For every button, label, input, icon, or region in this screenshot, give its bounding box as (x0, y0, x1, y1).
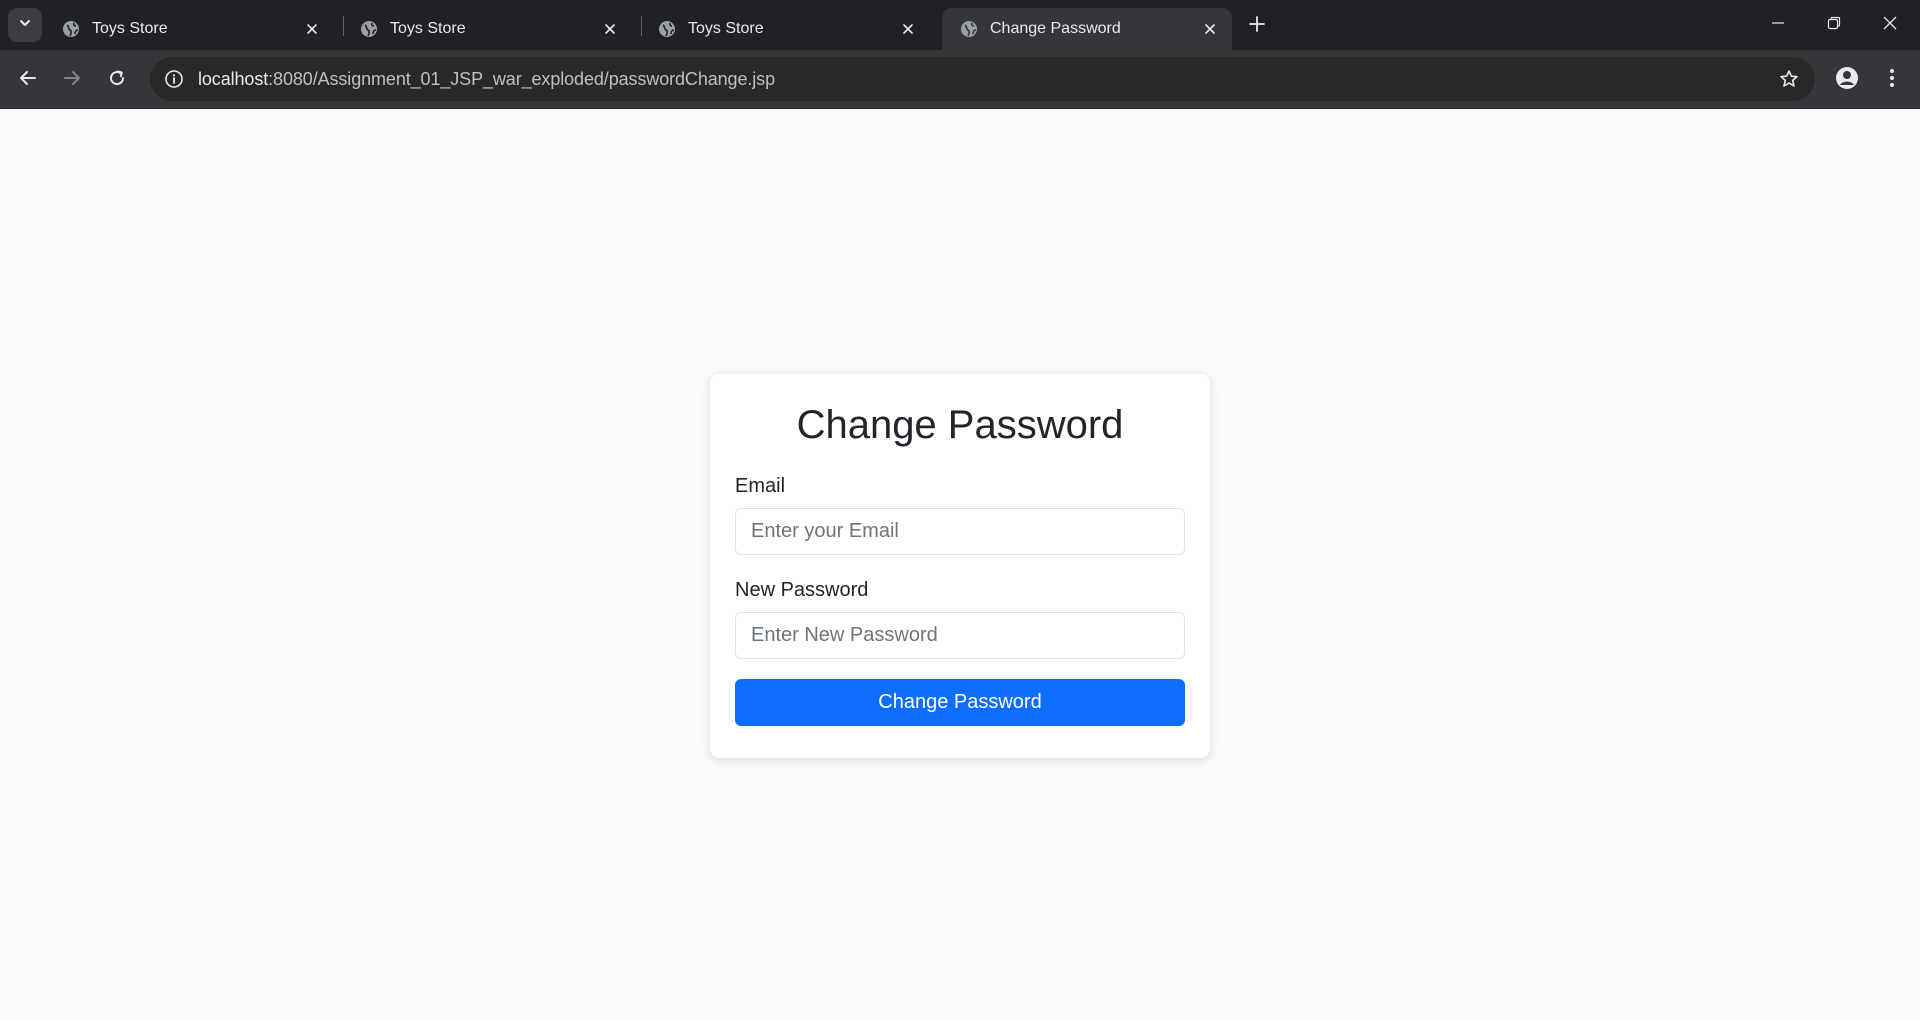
tab-toys-store-1[interactable]: Toys Store (44, 8, 334, 50)
close-icon[interactable] (896, 17, 920, 41)
page-content: Change Password Email New Password Chang… (0, 109, 1920, 1020)
close-icon[interactable] (598, 17, 622, 41)
globe-icon (62, 20, 80, 38)
page-title: Change Password (796, 403, 1124, 447)
globe-icon (960, 20, 978, 38)
person-icon (1835, 66, 1859, 95)
restore-icon (1827, 16, 1841, 35)
address-bar[interactable]: localhost:8080/Assignment_01_JSP_war_exp… (150, 57, 1815, 101)
tab-toys-store-2[interactable]: Toys Store (342, 8, 632, 50)
new-password-input[interactable] (735, 612, 1185, 659)
site-info-icon[interactable] (162, 67, 186, 91)
close-window-button[interactable] (1862, 0, 1918, 50)
tab-title: Toys Store (92, 20, 168, 37)
bookmark-star-icon[interactable] (1777, 67, 1801, 91)
tab-title: Toys Store (390, 20, 466, 37)
arrow-left-icon (19, 69, 37, 92)
chevron-down-icon (18, 16, 32, 35)
change-password-button[interactable]: Change Password (735, 679, 1185, 726)
tab-title: Toys Store (688, 20, 764, 37)
tab-strip: Toys Store Toys Store Toys Store Change … (0, 0, 1920, 50)
close-icon (1883, 16, 1897, 35)
plus-icon (1249, 15, 1265, 37)
browser-menu-button[interactable] (1880, 65, 1904, 95)
close-icon[interactable] (1198, 17, 1222, 41)
browser-toolbar: localhost:8080/Assignment_01_JSP_war_exp… (0, 50, 1920, 109)
arrow-right-icon (63, 69, 81, 92)
profile-button[interactable] (1832, 65, 1862, 95)
email-label: Email (735, 475, 786, 497)
forward-button[interactable] (56, 64, 88, 96)
restore-button[interactable] (1806, 0, 1862, 50)
tab-title: Change Password (990, 20, 1121, 37)
reload-button[interactable] (101, 64, 133, 96)
minimize-icon (1771, 16, 1785, 35)
globe-icon (360, 20, 378, 38)
tab-change-password[interactable]: Change Password (942, 8, 1232, 50)
new-tab-button[interactable] (1243, 12, 1271, 40)
back-button[interactable] (12, 64, 44, 96)
url-text[interactable]: localhost:8080/Assignment_01_JSP_war_exp… (198, 69, 775, 90)
url-path: :8080/Assignment_01_JSP_war_exploded/pas… (268, 68, 775, 89)
change-password-card: Change Password Email New Password Chang… (710, 374, 1210, 758)
tab-toys-store-3[interactable]: Toys Store (640, 8, 930, 50)
close-icon[interactable] (300, 17, 324, 41)
url-host: localhost (198, 68, 269, 89)
new-password-label: New Password (735, 579, 869, 601)
reload-icon (108, 69, 126, 92)
email-input[interactable] (735, 508, 1185, 555)
minimize-button[interactable] (1750, 0, 1806, 50)
globe-icon (658, 20, 676, 38)
more-vertical-icon (1889, 68, 1895, 93)
tab-search-button[interactable] (8, 8, 42, 42)
